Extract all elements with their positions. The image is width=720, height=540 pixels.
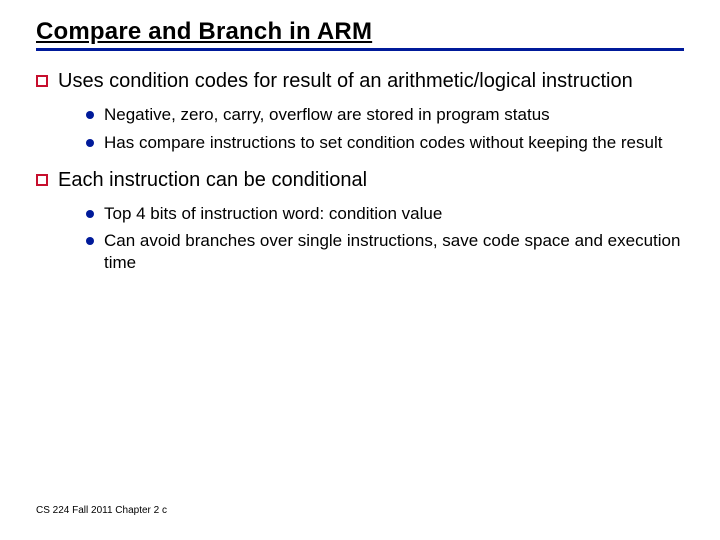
dot-bullet-icon xyxy=(86,111,94,119)
sub-bullet-text: Can avoid branches over single instructi… xyxy=(104,231,680,272)
bullet-text: Each instruction can be conditional xyxy=(58,169,367,191)
bullet-item: Uses condition codes for result of an ar… xyxy=(36,69,684,154)
sub-bullet-item: Can avoid branches over single instructi… xyxy=(86,230,684,274)
dot-bullet-icon xyxy=(86,210,94,218)
sub-bullet-item: Has compare instructions to set conditio… xyxy=(86,132,684,154)
sub-bullet-text: Has compare instructions to set conditio… xyxy=(104,133,662,152)
square-bullet-icon xyxy=(36,75,48,87)
sub-bullet-text: Negative, zero, carry, overflow are stor… xyxy=(104,105,550,124)
sub-bullet-item: Top 4 bits of instruction word: conditio… xyxy=(86,203,684,225)
bullet-item: Each instruction can be conditional Top … xyxy=(36,168,684,274)
sub-bullet-item: Negative, zero, carry, overflow are stor… xyxy=(86,104,684,126)
sub-bullet-list: Negative, zero, carry, overflow are stor… xyxy=(86,104,684,154)
slide: Compare and Branch in ARM Uses condition… xyxy=(0,0,720,540)
bullet-text: Uses condition codes for result of an ar… xyxy=(58,70,633,92)
slide-footer: CS 224 Fall 2011 Chapter 2 c xyxy=(36,505,167,516)
dot-bullet-icon xyxy=(86,139,94,147)
square-bullet-icon xyxy=(36,174,48,186)
title-underline: Compare and Branch in ARM xyxy=(36,18,684,51)
slide-title: Compare and Branch in ARM xyxy=(36,18,684,46)
bullet-list: Uses condition codes for result of an ar… xyxy=(36,69,684,274)
sub-bullet-list: Top 4 bits of instruction word: conditio… xyxy=(86,203,684,274)
dot-bullet-icon xyxy=(86,237,94,245)
sub-bullet-text: Top 4 bits of instruction word: conditio… xyxy=(104,204,442,223)
